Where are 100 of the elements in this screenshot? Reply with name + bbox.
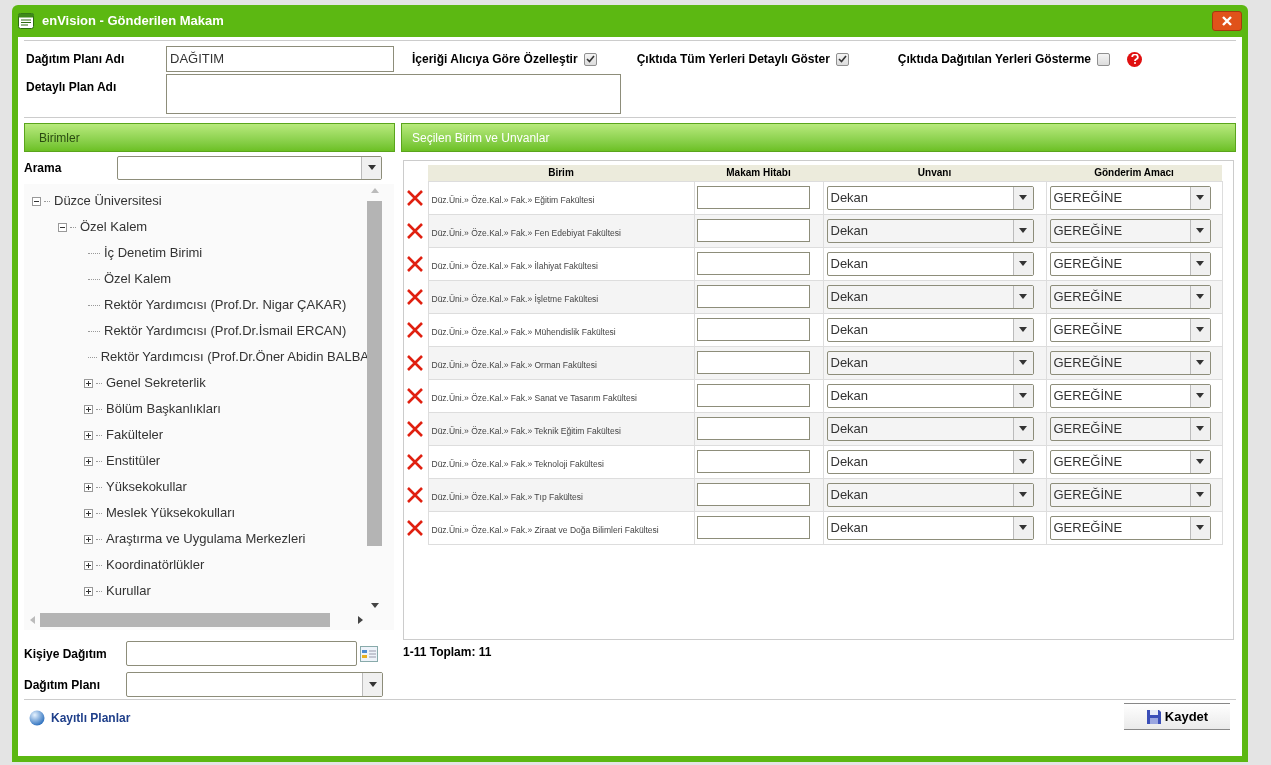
expand-toggle-icon[interactable] bbox=[84, 482, 93, 492]
plan-combobox[interactable] bbox=[126, 672, 383, 697]
plan-name-field[interactable]: DAĞITIM bbox=[166, 46, 394, 72]
purpose-combobox[interactable]: GEREĞİNE bbox=[1049, 350, 1211, 375]
collapse-toggle-icon[interactable] bbox=[58, 222, 67, 232]
title-field[interactable] bbox=[696, 417, 810, 440]
expand-toggle-icon[interactable] bbox=[84, 508, 93, 518]
close-button[interactable] bbox=[1212, 11, 1242, 31]
tree-item[interactable]: Rektör Yardımcısı (Prof.Dr.Öner Abidin BALBA bbox=[100, 347, 369, 367]
checkbox[interactable] bbox=[583, 52, 597, 66]
person-field[interactable] bbox=[126, 641, 357, 666]
unvan-combobox[interactable]: Dekan bbox=[826, 317, 1034, 342]
purpose-combobox[interactable]: GEREĞİNE bbox=[1049, 218, 1211, 243]
purpose-combobox[interactable]: GEREĞİNE bbox=[1049, 416, 1211, 441]
unvan-combobox[interactable]: Dekan bbox=[826, 350, 1034, 375]
unvan-combobox[interactable]: Dekan bbox=[826, 482, 1034, 507]
title-field[interactable] bbox=[696, 318, 810, 341]
tree-item[interactable]: Araştırma ve Uygulama Merkezleri bbox=[106, 529, 306, 549]
expand-toggle-icon[interactable] bbox=[84, 456, 93, 466]
delete-icon[interactable] bbox=[406, 353, 424, 372]
option-label: İçeriği Alıcıya Göre Özelleştir bbox=[412, 51, 578, 68]
table-cell: Düz.Üni.» Öze.Kal.» Fak.» Teknik Eğitim Fakültesi bbox=[431, 425, 621, 436]
save-button[interactable]: Kaydet bbox=[1124, 703, 1230, 730]
dropdown-arrow-icon bbox=[1019, 459, 1027, 464]
saved-plans-link[interactable]: Kayıtlı Planlar bbox=[29, 709, 131, 727]
collapse-toggle-icon[interactable] bbox=[32, 196, 41, 206]
unvan-combobox[interactable]: Dekan bbox=[826, 185, 1034, 210]
unvan-combobox[interactable]: Dekan bbox=[826, 383, 1034, 408]
scroll-left-icon bbox=[30, 616, 35, 624]
delete-icon[interactable] bbox=[406, 221, 424, 240]
purpose-combobox[interactable]: GEREĞİNE bbox=[1049, 251, 1211, 276]
unvan-combobox[interactable]: Dekan bbox=[826, 515, 1034, 540]
table-cell: Düz.Üni.» Öze.Kal.» Fak.» Sanat ve Tasarım Fakültesi bbox=[431, 392, 637, 403]
title-field[interactable] bbox=[696, 351, 810, 374]
expand-toggle-icon[interactable] bbox=[84, 404, 93, 414]
tree-item[interactable]: Fakülteler bbox=[106, 425, 164, 445]
unvan-combobox[interactable]: Dekan bbox=[826, 284, 1034, 309]
detailed-plan-name-field[interactable] bbox=[166, 74, 621, 114]
title-field[interactable] bbox=[696, 450, 810, 473]
unvan-combobox[interactable]: Dekan bbox=[826, 251, 1034, 276]
title-field[interactable] bbox=[696, 483, 810, 506]
expand-toggle-icon[interactable] bbox=[84, 430, 93, 440]
purpose-combobox[interactable]: GEREĞİNE bbox=[1049, 515, 1211, 540]
table-cell: Düz.Üni.» Öze.Kal.» Fak.» İlahiyat Fakültesi bbox=[431, 260, 598, 271]
title-field[interactable] bbox=[696, 252, 810, 275]
delete-icon[interactable] bbox=[406, 287, 424, 306]
tree-item[interactable]: Meslek Yüksekokulları bbox=[106, 503, 236, 523]
unvan-combobox[interactable]: Dekan bbox=[826, 449, 1034, 474]
dropdown-arrow-icon bbox=[1019, 393, 1027, 398]
title-field[interactable] bbox=[696, 384, 810, 407]
tree-item[interactable]: Enstitüler bbox=[106, 451, 161, 471]
unvan-combobox[interactable]: Dekan bbox=[826, 218, 1034, 243]
tree-item[interactable]: Düzce Üniversitesi bbox=[54, 191, 162, 211]
tree-item[interactable]: Genel Sekreterlik bbox=[106, 373, 206, 393]
tree-item[interactable]: Yüksekokullar bbox=[106, 477, 187, 497]
dropdown-arrow-icon bbox=[1196, 426, 1204, 431]
tree-item[interactable]: İç Denetim Birimi bbox=[104, 243, 203, 263]
delete-icon[interactable] bbox=[406, 485, 424, 504]
expand-toggle-icon[interactable] bbox=[84, 586, 93, 596]
checkbox[interactable] bbox=[1097, 52, 1110, 66]
column-header: Birim bbox=[428, 165, 694, 181]
purpose-combobox[interactable]: GEREĞİNE bbox=[1049, 185, 1211, 210]
column-header: Unvanı bbox=[823, 165, 1046, 181]
title-field[interactable] bbox=[696, 219, 810, 242]
tree-item[interactable]: Özel Kalem bbox=[80, 217, 148, 237]
purpose-combobox[interactable]: GEREĞİNE bbox=[1049, 383, 1211, 408]
expand-toggle-icon[interactable] bbox=[84, 560, 93, 570]
search-combobox[interactable] bbox=[117, 155, 382, 180]
dropdown-arrow-icon bbox=[1019, 360, 1027, 365]
tree-item[interactable]: Özel Kalem bbox=[104, 269, 172, 289]
tree-item[interactable]: Bölüm Başkanlıkları bbox=[106, 399, 221, 419]
tree-item[interactable]: Rektör Yardımcısı (Prof.Dr. Nigar ÇAKAR) bbox=[104, 295, 347, 315]
tree-item[interactable]: Rektör Yardımcısı (Prof.Dr.İsmail ERCAN) bbox=[104, 321, 347, 341]
purpose-combobox[interactable]: GEREĞİNE bbox=[1049, 482, 1211, 507]
delete-icon[interactable] bbox=[406, 254, 424, 273]
unvan-combobox[interactable]: Dekan bbox=[826, 416, 1034, 441]
purpose-combobox[interactable]: GEREĞİNE bbox=[1049, 284, 1211, 309]
delete-icon[interactable] bbox=[406, 452, 424, 471]
tree-item[interactable]: Kurullar bbox=[106, 581, 151, 601]
scroll-right-icon bbox=[358, 616, 363, 624]
field-label: Dağıtım Planı Adı bbox=[25, 51, 126, 68]
delete-icon[interactable] bbox=[406, 188, 424, 207]
purpose-combobox[interactable]: GEREĞİNE bbox=[1049, 449, 1211, 474]
title-field[interactable] bbox=[696, 516, 810, 539]
tree-item[interactable]: Koordinatörlükler bbox=[106, 555, 205, 575]
delete-icon[interactable] bbox=[406, 419, 424, 438]
expand-toggle-icon[interactable] bbox=[84, 534, 93, 544]
scroll-down-icon bbox=[370, 603, 379, 608]
vertical-scrollbar[interactable] bbox=[367, 188, 382, 608]
checkbox[interactable] bbox=[835, 52, 849, 66]
address-book-icon[interactable] bbox=[360, 645, 378, 662]
expand-toggle-icon[interactable] bbox=[84, 378, 93, 388]
title-field[interactable] bbox=[696, 285, 810, 308]
delete-icon[interactable] bbox=[406, 386, 424, 405]
help-icon[interactable] bbox=[1127, 51, 1142, 67]
purpose-combobox[interactable]: GEREĞİNE bbox=[1049, 317, 1211, 342]
title-field[interactable] bbox=[696, 186, 810, 209]
dropdown-arrow-icon bbox=[1019, 228, 1027, 233]
delete-icon[interactable] bbox=[406, 320, 424, 339]
delete-icon[interactable] bbox=[406, 518, 424, 537]
